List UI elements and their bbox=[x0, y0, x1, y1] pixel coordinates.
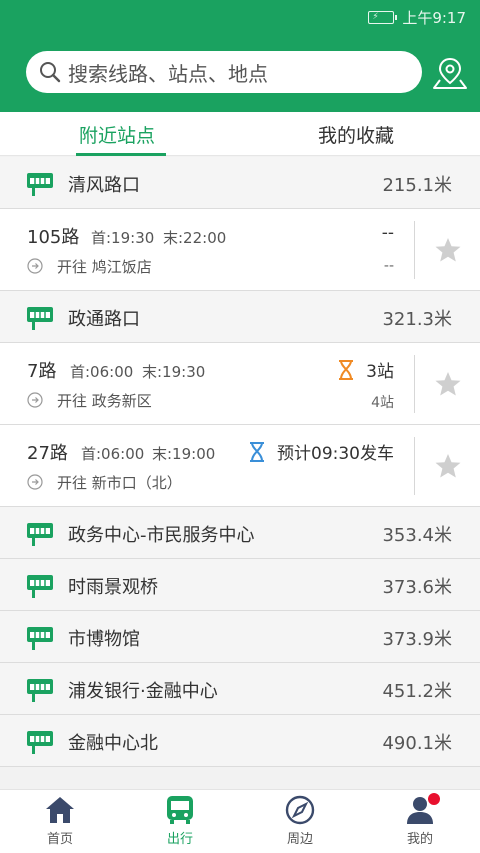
tab-my-favorites[interactable]: 我的收藏 bbox=[318, 121, 394, 148]
stop-row[interactable]: 政通路口 321.3米 bbox=[0, 291, 480, 343]
stop-name: 浦发银行·金融中心 bbox=[68, 681, 218, 702]
stop-distance: 353.4米 bbox=[382, 525, 452, 546]
stop-row[interactable]: 金融中心北 490.1米 bbox=[0, 715, 480, 767]
first-bus-time: 首:06:00 bbox=[70, 363, 134, 381]
stop-name: 金融中心北 bbox=[68, 733, 158, 754]
first-bus-time: 首:06:00 bbox=[81, 445, 145, 463]
route-direction: 开往 鸠江饭店 bbox=[57, 258, 152, 276]
first-bus-time: 首:19:30 bbox=[91, 229, 155, 247]
arrival-substatus: 4站 bbox=[371, 395, 394, 411]
nav-home-label: 首页 bbox=[46, 832, 73, 847]
stop-row[interactable]: 时雨景观桥 373.6米 bbox=[0, 559, 480, 611]
battery-icon: ⚡ bbox=[368, 10, 398, 24]
route-name: 105路 bbox=[27, 227, 80, 248]
stop-distance: 215.1米 bbox=[382, 175, 452, 196]
nav-home[interactable]: 首页 bbox=[25, 795, 95, 847]
status-time: 上午9:17 bbox=[402, 8, 466, 27]
arrival-status-text: -- bbox=[381, 223, 394, 243]
stop-row[interactable]: 清风路口 215.1米 bbox=[0, 157, 480, 209]
notification-badge bbox=[428, 793, 440, 805]
stop-name: 市博物馆 bbox=[68, 629, 140, 650]
stop-row[interactable]: 浦发银行·金融中心 451.2米 bbox=[0, 663, 480, 715]
direction-arrow-icon bbox=[27, 474, 43, 490]
nav-travel-label: 出行 bbox=[166, 832, 193, 847]
app-header: ⚡ 上午9:17 搜索线路、站点、地点 bbox=[0, 0, 480, 112]
divider bbox=[414, 221, 415, 279]
stop-distance: 490.1米 bbox=[382, 733, 452, 754]
route-name: 27路 bbox=[27, 443, 68, 464]
nav-travel[interactable]: 出行 bbox=[145, 795, 215, 847]
status-bar: ⚡ 上午9:17 bbox=[368, 6, 466, 28]
compass-icon bbox=[285, 795, 315, 825]
search-icon bbox=[40, 62, 61, 83]
tab-nearby-stops[interactable]: 附近站点 bbox=[79, 121, 155, 148]
last-bus-time: 末:19:00 bbox=[152, 445, 216, 463]
search-placeholder: 搜索线路、站点、地点 bbox=[68, 61, 268, 86]
bus-stop-icon bbox=[27, 679, 53, 702]
stop-distance: 451.2米 bbox=[382, 681, 452, 702]
stop-name: 政务中心-市民服务中心 bbox=[68, 525, 255, 546]
direction-arrow-icon bbox=[27, 258, 43, 274]
bus-stop-icon bbox=[27, 523, 53, 546]
direction-arrow-icon bbox=[27, 392, 43, 408]
stop-distance: 373.6米 bbox=[382, 577, 452, 598]
nav-mine-label: 我的 bbox=[406, 832, 433, 847]
nav-nearby-label: 周边 bbox=[286, 832, 313, 847]
bus-stop-icon bbox=[27, 307, 53, 330]
location-pin-icon[interactable] bbox=[432, 56, 468, 90]
route-row[interactable]: 105路 首:19:30 末:22:00 开往 鸠江饭店 -- -- bbox=[0, 209, 480, 291]
bus-icon bbox=[167, 796, 193, 824]
divider bbox=[414, 437, 415, 495]
favorite-star-icon[interactable] bbox=[434, 453, 462, 479]
bus-stop-icon bbox=[27, 627, 53, 650]
favorite-star-icon[interactable] bbox=[434, 371, 462, 397]
stop-name: 政通路口 bbox=[68, 309, 140, 330]
stop-list: 清风路口 215.1米 105路 首:19:30 末:22:00 开往 鸠江饭店… bbox=[0, 157, 480, 767]
nav-nearby[interactable]: 周边 bbox=[265, 795, 335, 847]
bus-stop-icon bbox=[27, 731, 53, 754]
tab-bar: 附近站点 我的收藏 bbox=[0, 112, 480, 156]
hourglass-icon bbox=[250, 441, 264, 462]
search-input[interactable]: 搜索线路、站点、地点 bbox=[26, 51, 422, 93]
stop-name: 时雨景观桥 bbox=[68, 577, 158, 598]
stop-distance: 373.9米 bbox=[382, 629, 452, 650]
arrival-substatus: -- bbox=[383, 258, 394, 274]
favorite-star-icon[interactable] bbox=[434, 237, 462, 263]
arrival-status-text: 预计09:30发车 bbox=[277, 444, 394, 464]
route-direction: 开往 政务新区 bbox=[57, 392, 152, 410]
nav-mine[interactable]: 我的 bbox=[385, 793, 455, 847]
last-bus-time: 末:22:00 bbox=[163, 229, 227, 247]
arrival-status: 预计09:30发车 bbox=[247, 439, 394, 464]
bus-stop-icon bbox=[27, 575, 53, 598]
route-direction: 开往 新市口（北） bbox=[57, 474, 182, 492]
route-row[interactable]: 7路 首:06:00 末:19:30 开往 政务新区 3站 4站 bbox=[0, 343, 480, 425]
divider bbox=[414, 355, 415, 413]
hourglass-icon bbox=[339, 359, 354, 380]
route-name: 7路 bbox=[27, 361, 57, 382]
route-row[interactable]: 27路 首:06:00 末:19:00 开往 新市口（北） 预计09:30发车 bbox=[0, 425, 480, 507]
stop-row[interactable]: 市博物馆 373.9米 bbox=[0, 611, 480, 663]
home-icon bbox=[46, 797, 74, 823]
bottom-nav: 首页 出行 周边 我的 bbox=[0, 789, 480, 853]
stop-name: 清风路口 bbox=[68, 175, 140, 196]
bus-stop-icon bbox=[27, 173, 53, 196]
stop-row[interactable]: 政务中心-市民服务中心 353.4米 bbox=[0, 507, 480, 559]
last-bus-time: 末:19:30 bbox=[142, 363, 206, 381]
stop-distance: 321.3米 bbox=[382, 309, 452, 330]
arrival-status: -- bbox=[382, 223, 394, 243]
arrival-status: 3站 bbox=[336, 357, 394, 382]
active-tab-indicator bbox=[76, 153, 166, 156]
arrival-status-text: 3站 bbox=[366, 362, 394, 382]
